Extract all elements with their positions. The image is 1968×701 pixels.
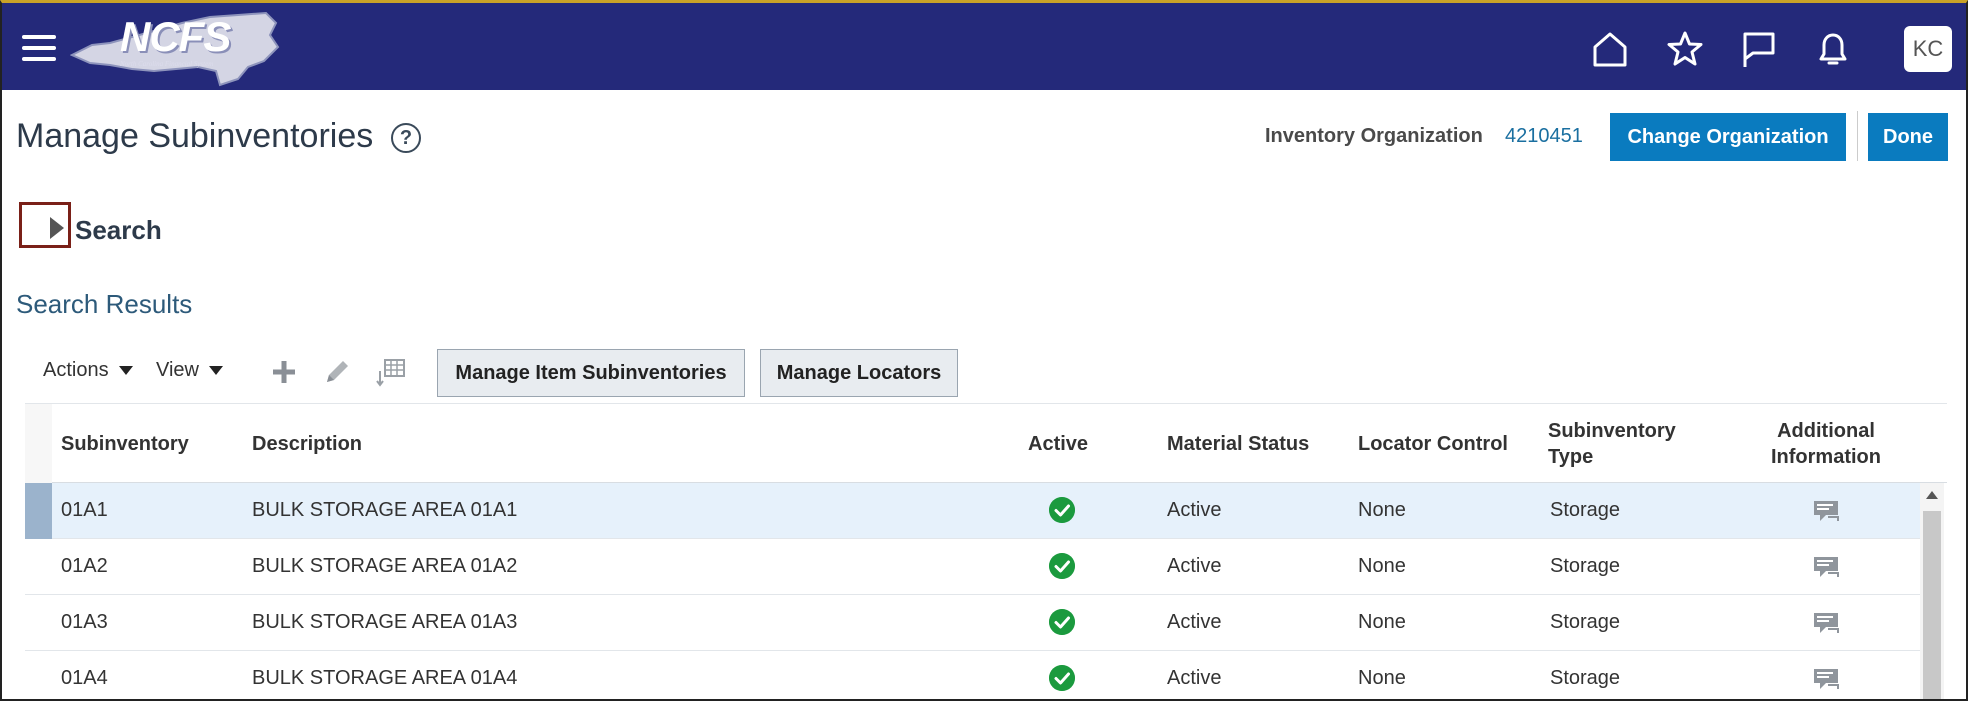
col-header-additional-information-line1: Additional [1777,420,1875,442]
row-selector[interactable] [25,651,52,699]
expand-arrow-icon [50,217,64,239]
manage-item-subinventories-button[interactable]: Manage Item Subinventories [437,349,745,397]
chevron-down-icon [118,366,133,376]
active-check-icon [1049,497,1075,523]
cell-description: BULK STORAGE AREA 01A4 [252,667,518,689]
additional-information-icon[interactable] [1812,611,1840,635]
cell-subinventory-type: Storage [1550,667,1621,689]
cell-subinventory-type: Storage [1550,555,1621,577]
col-header-additional-information-line2: Information [1771,446,1881,468]
app-window: NCFS North Carolina Financial System KC … [0,0,1968,701]
table-row[interactable]: 01A1 BULK STORAGE AREA 01A1 Active None Stor… [25,483,1921,539]
additional-information-icon[interactable] [1812,499,1840,523]
col-header-subinventory[interactable]: Subinventory [61,431,189,457]
ncfs-logo[interactable]: NCFS North Carolina Financial System [69,9,280,89]
cell-subinventory: 01A2 [61,555,108,577]
manage-locators-button[interactable]: Manage Locators [760,349,958,397]
freeze-columns-icon[interactable] [376,357,406,387]
scroll-up-arrow-icon[interactable] [1926,491,1938,499]
actions-menu-label: Actions [43,359,109,381]
cell-subinventory: 01A3 [61,611,108,633]
cell-description: BULK STORAGE AREA 01A1 [252,499,518,521]
cell-material-status: Active [1167,499,1222,521]
table-vertical-scrollbar[interactable] [1920,483,1944,699]
row-selector[interactable] [25,539,52,595]
change-organization-button[interactable]: Change Organization [1610,113,1846,161]
cell-locator-control: None [1358,499,1406,521]
cell-subinventory: 01A1 [61,499,108,521]
additional-information-icon[interactable] [1812,555,1840,579]
cell-material-status: Active [1167,667,1222,689]
chevron-down-icon [209,366,223,376]
cell-locator-control: None [1358,555,1406,577]
col-header-active[interactable]: Active [1028,431,1088,457]
view-menu-label: View [156,359,199,381]
row-selector[interactable] [25,595,52,651]
cell-description: BULK STORAGE AREA 01A3 [252,611,518,633]
cell-subinventory-type: Storage [1550,611,1621,633]
cell-material-status: Active [1167,611,1222,633]
cell-description: BULK STORAGE AREA 01A2 [252,555,518,577]
active-check-icon [1049,553,1075,579]
table-row[interactable]: 01A2 BULK STORAGE AREA 01A2 Active None Stor… [25,539,1921,595]
search-section-label[interactable]: Search [75,215,162,246]
cell-subinventory-type: Storage [1550,499,1621,521]
add-icon[interactable] [269,357,299,387]
table-header-row: Subinventory Description Active Material… [25,403,1947,484]
additional-information-icon[interactable] [1812,667,1840,691]
search-results-title: Search Results [16,289,193,319]
user-avatar[interactable]: KC [1904,26,1952,72]
col-header-additional-information[interactable]: Additional Information [1763,418,1889,470]
flag-icon[interactable] [1739,29,1779,69]
row-header-gutter [25,404,52,484]
table-row[interactable]: 01A4 BULK STORAGE AREA 01A4 Active None Stor… [25,651,1921,699]
col-header-description[interactable]: Description [252,431,362,457]
logo-subtext: North Carolina Financial System [120,60,214,68]
cell-subinventory: 01A4 [61,667,108,689]
help-icon[interactable]: ? [391,123,421,153]
col-header-subinventory-type[interactable]: Subinventory Type [1548,418,1676,470]
done-button[interactable]: Done [1868,113,1948,161]
row-selector[interactable] [25,483,52,539]
active-check-icon [1049,609,1075,635]
col-header-subinventory-type-line2: Type [1548,446,1594,468]
cell-material-status: Active [1167,555,1222,577]
logo-text: NCFS [120,13,231,60]
cell-locator-control: None [1358,667,1406,689]
table-row[interactable]: 01A3 BULK STORAGE AREA 01A3 Active None Stor… [25,595,1921,651]
inventory-organization-label: Inventory Organization [1265,125,1483,147]
button-separator [1857,111,1858,161]
navigator-menu-icon[interactable] [22,35,56,61]
home-icon[interactable] [1590,29,1630,69]
inventory-organization-value[interactable]: 4210451 [1505,125,1583,148]
actions-menu[interactable]: Actions [43,359,133,382]
search-expand-toggle[interactable] [19,202,71,248]
scrollbar-thumb[interactable] [1923,511,1941,699]
edit-icon[interactable] [322,357,352,387]
bell-icon[interactable] [1813,29,1853,69]
active-check-icon [1049,665,1075,691]
col-header-locator-control[interactable]: Locator Control [1358,431,1508,457]
page-title: Manage Subinventories [16,117,374,155]
global-header: NCFS North Carolina Financial System KC [2,3,1966,90]
col-header-material-status[interactable]: Material Status [1167,431,1309,457]
col-header-subinventory-type-line1: Subinventory [1548,420,1676,442]
star-icon[interactable] [1665,29,1705,69]
view-menu[interactable]: View [156,359,223,382]
cell-locator-control: None [1358,611,1406,633]
